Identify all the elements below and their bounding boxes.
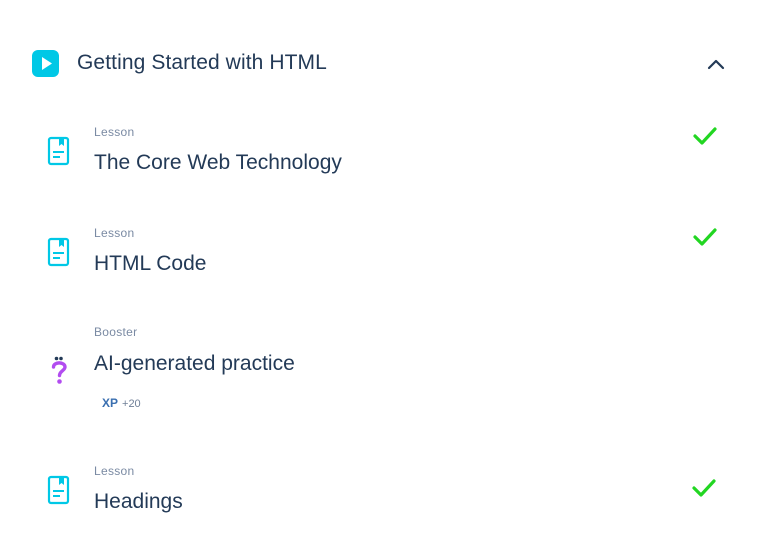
checkmark-icon (692, 125, 718, 147)
item-type-label: Lesson (94, 226, 135, 240)
xp-badge: XP +20 (102, 395, 141, 411)
question-mark-icon (44, 355, 74, 389)
item-type-label: Lesson (94, 125, 135, 139)
item-title: The Core Web Technology (94, 151, 342, 174)
lesson-document-icon (44, 475, 74, 509)
item-title: AI-generated practice (94, 352, 295, 375)
checkmark-icon (691, 477, 717, 499)
item-type-label: Lesson (94, 464, 135, 478)
item-title: Headings (94, 490, 183, 513)
lesson-document-icon (44, 136, 74, 170)
play-icon (32, 50, 59, 77)
lesson-item[interactable]: Lesson Headings (44, 463, 734, 523)
lesson-item[interactable]: Lesson HTML Code (44, 225, 734, 285)
xp-value: +20 (122, 398, 141, 410)
item-title: HTML Code (94, 252, 207, 275)
module-header[interactable]: Getting Started with HTML (32, 46, 732, 80)
lesson-document-icon (44, 237, 74, 271)
chevron-up-icon[interactable] (704, 52, 728, 76)
lesson-item[interactable]: Lesson The Core Web Technology (44, 124, 734, 184)
booster-item[interactable]: Booster AI-generated practice XP +20 (44, 325, 734, 415)
module-title: Getting Started with HTML (77, 51, 327, 74)
item-type-label: Booster (94, 325, 138, 339)
checkmark-icon (692, 226, 718, 248)
xp-label: XP (102, 396, 119, 410)
